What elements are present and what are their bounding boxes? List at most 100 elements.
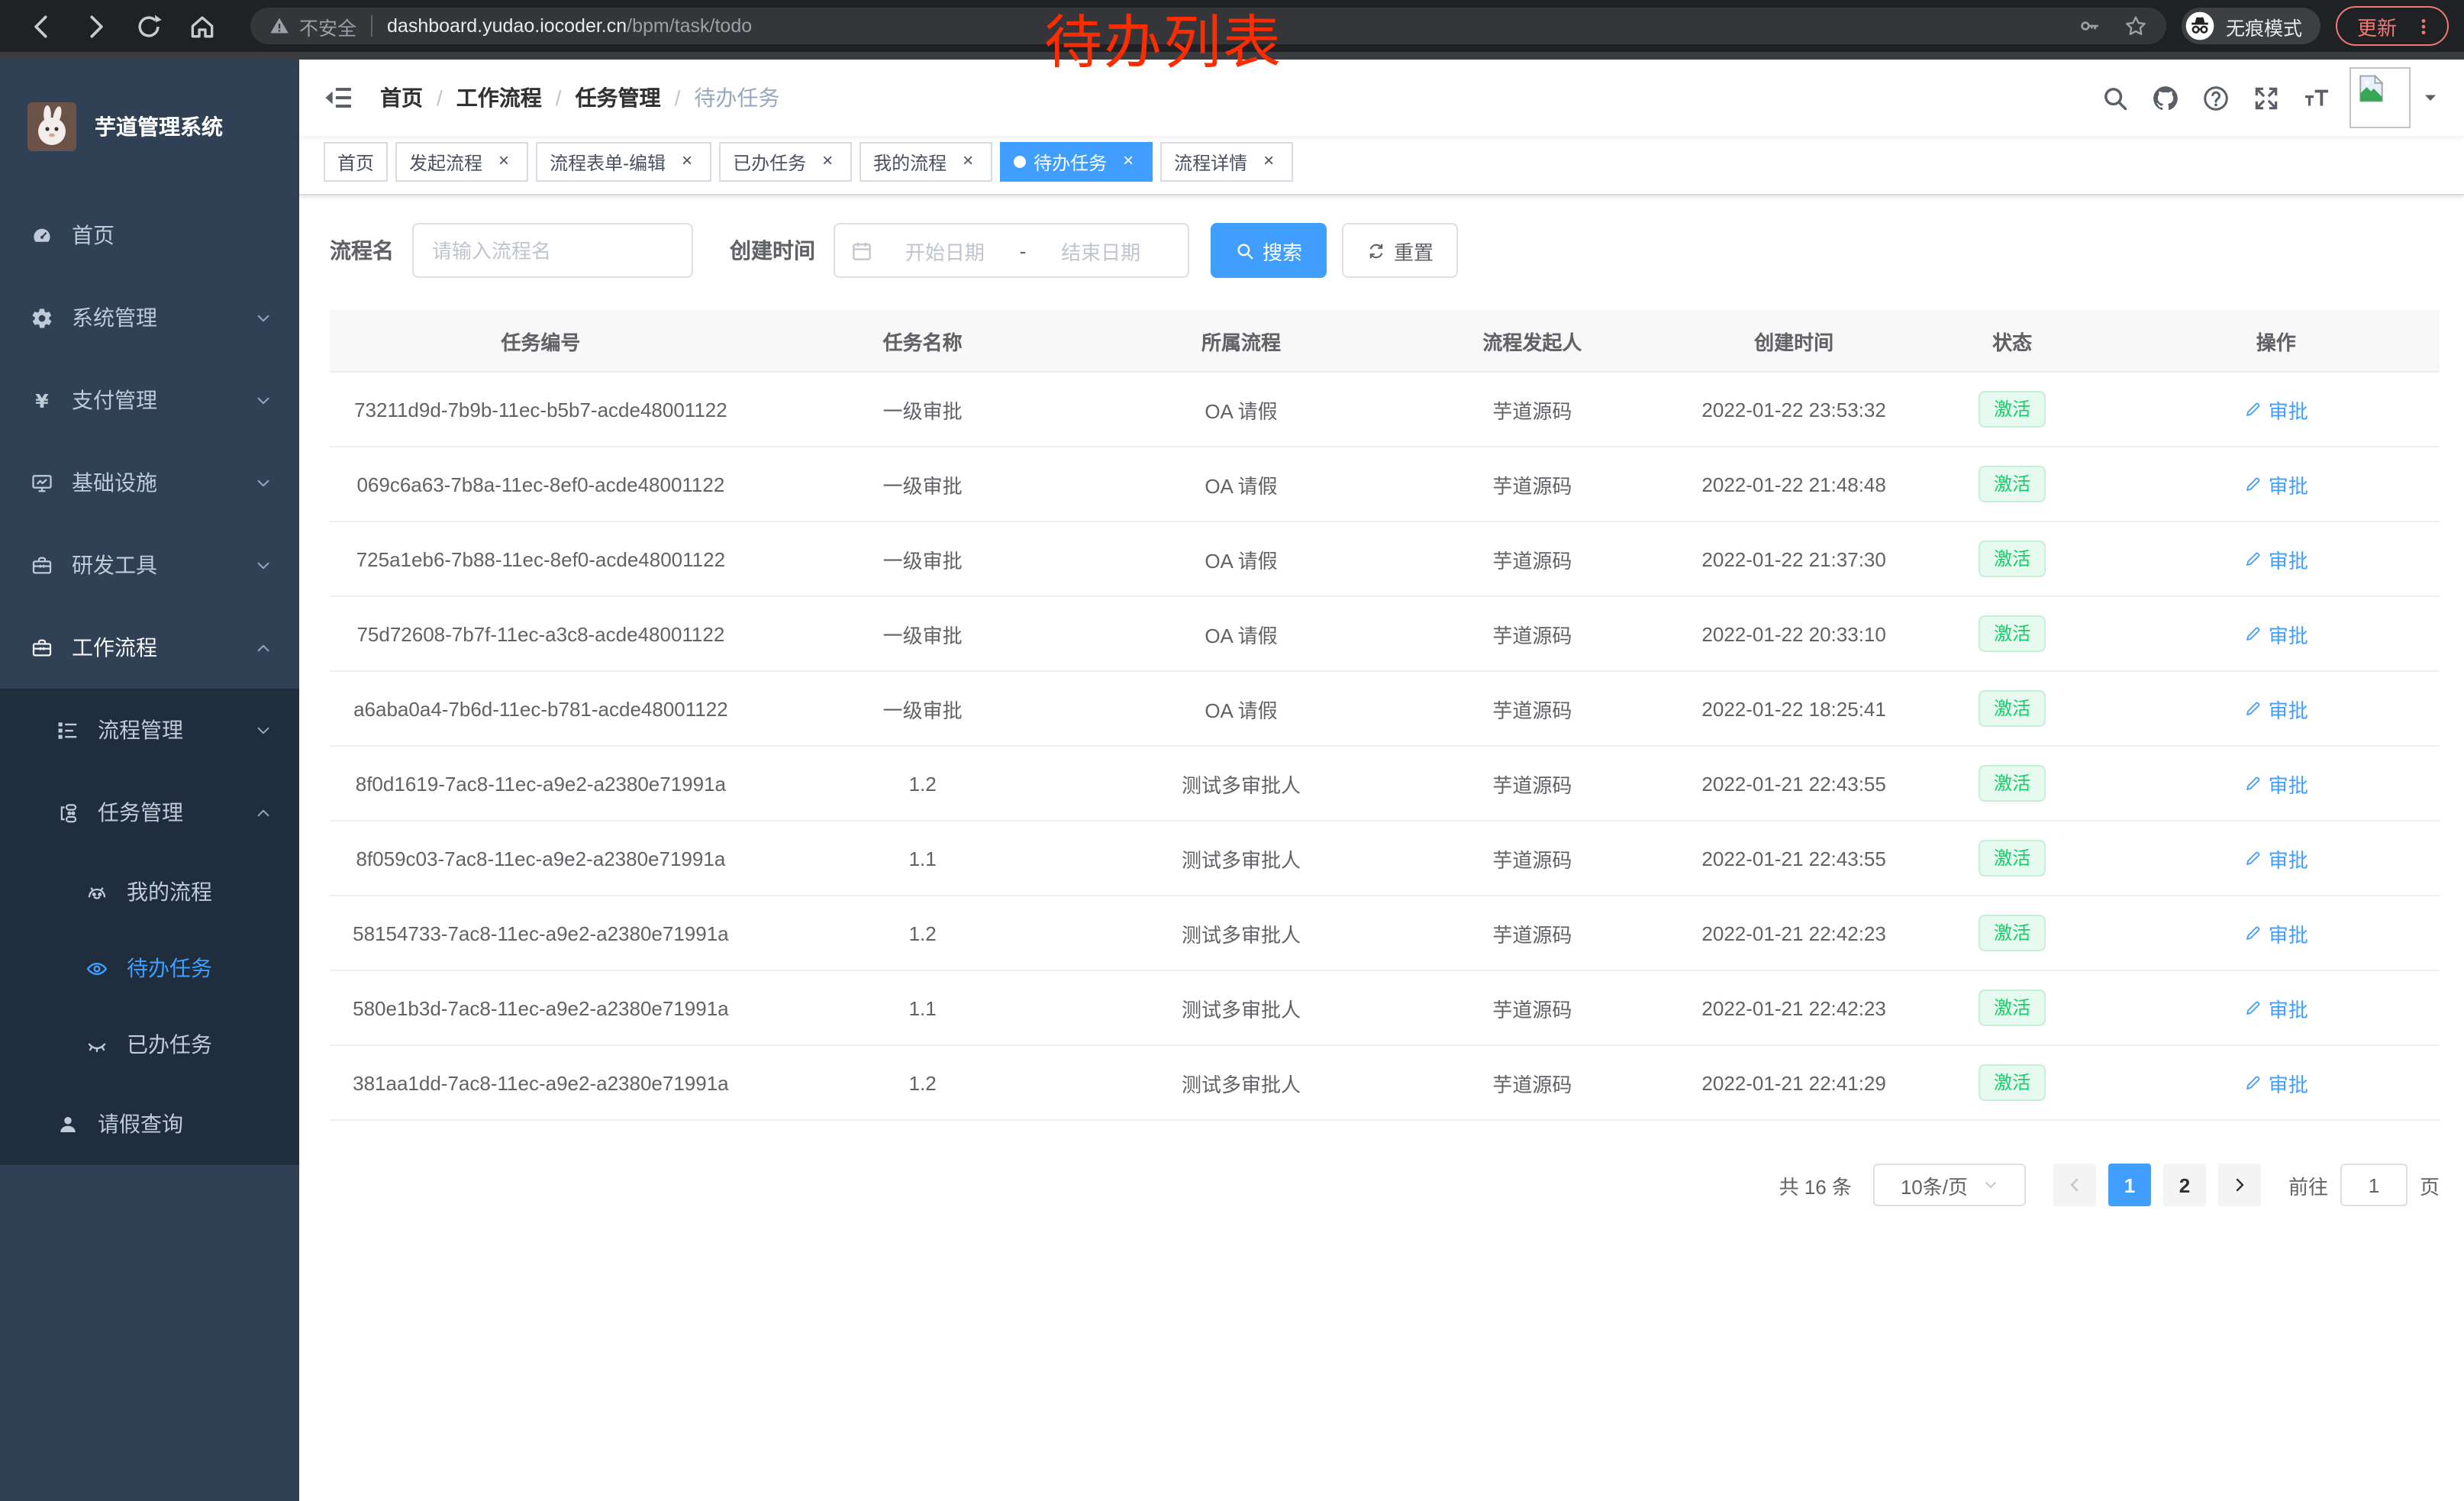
search-button[interactable]: 搜索 [1211,223,1327,278]
url-path[interactable]: /bpm/task/todo [627,15,752,37]
cell-task-id: 8f0d1619-7ac8-11ec-a9e2-a2380e71991a [330,746,752,821]
sidebar-item-home[interactable]: 首页 [0,194,299,276]
tab-close-icon[interactable] [817,151,838,173]
browser-forward-icon[interactable] [81,11,110,40]
approve-button[interactable]: 审批 [2244,844,2308,873]
approve-button[interactable]: 审批 [2244,918,2308,947]
approve-button[interactable]: 审批 [2244,470,2308,499]
cell-starter: 芋道源码 [1388,1045,1675,1120]
cell-process: 测试多审批人 [1094,746,1389,821]
url-host[interactable]: dashboard.yudao.iocoder.cn [387,15,627,37]
tab-close-icon[interactable] [1118,151,1139,173]
chevron-down-icon [1983,1177,1998,1193]
browser-update-button[interactable]: 更新 [2336,6,2449,46]
date-range-picker[interactable]: 开始日期 - 结束日期 [834,223,1189,278]
table-row: 725a1eb6-7b88-11ec-8ef0-acde48001122 一级审… [330,521,2440,596]
breadcrumb-task-management[interactable]: 任务管理 [576,82,661,113]
monitor-icon [31,471,53,494]
tab[interactable]: 流程详情 [1160,142,1293,182]
update-label[interactable]: 更新 [2357,11,2397,40]
prev-page-button[interactable] [2053,1164,2096,1206]
end-date-placeholder[interactable]: 结束日期 [1029,236,1172,265]
page-button-2[interactable]: 2 [2163,1164,2206,1206]
cell-task-id: 069c6a63-7b8a-11ec-8ef0-acde48001122 [330,447,752,521]
approve-button-label: 审批 [2269,395,2308,424]
bookmark-star-icon[interactable] [2124,14,2148,38]
cell-task-id: 8f059c03-7ac8-11ec-a9e2-a2380e71991a [330,821,752,896]
sidebar-item-system[interactable]: 系统管理 [0,276,299,359]
cell-process: OA 请假 [1094,447,1389,521]
key-icon[interactable] [2078,14,2102,38]
calendar-icon [850,239,873,262]
browser-reload-icon[interactable] [134,11,163,40]
sidebar-item-process-management[interactable]: 流程管理 [0,689,299,771]
tab-label: 待办任务 [1034,149,1107,175]
approve-button[interactable]: 审批 [2244,769,2308,798]
cell-created: 2022-01-22 21:37:30 [1675,521,1912,596]
cell-task-id: 58154733-7ac8-11ec-a9e2-a2380e71991a [330,896,752,970]
browser-menu-kebab-icon[interactable] [2414,16,2433,36]
sidebar-item-done-tasks[interactable]: 已办任务 [0,1006,299,1083]
font-size-icon[interactable] [2302,83,2331,112]
tab-close-icon[interactable] [493,151,514,173]
breadcrumb-workflow[interactable]: 工作流程 [456,82,542,113]
sidebar-item-my-process[interactable]: 我的流程 [0,854,299,930]
tab[interactable]: 首页 [324,142,388,182]
browser-home-icon[interactable] [188,11,217,40]
sidebar-item-infrastructure[interactable]: 基础设施 [0,441,299,524]
cell-starter: 芋道源码 [1388,746,1675,821]
cell-created: 2022-01-22 23:53:32 [1675,372,1912,447]
sidebar-item-task-management[interactable]: 任务管理 [0,771,299,854]
page-button-1[interactable]: 1 [2108,1164,2151,1206]
tab-close-icon[interactable] [957,151,979,173]
breadcrumb-separator: / [556,86,562,110]
help-icon[interactable] [2201,83,2230,112]
page-size-value: 10条/页 [1901,1170,1968,1199]
browser-back-icon[interactable] [27,11,56,40]
sidebar-item-workflow[interactable]: 工作流程 [0,606,299,689]
search-icon[interactable] [2101,83,2130,112]
column-header-task-id: 任务编号 [330,310,752,372]
avatar-caret-down-icon[interactable] [2421,89,2440,107]
approve-button[interactable]: 审批 [2244,395,2308,424]
tab[interactable]: 发起流程 [395,142,528,182]
column-header-task-name: 任务名称 [752,310,1094,372]
page-size-select[interactable]: 10条/页 [1873,1164,2026,1206]
approve-button[interactable]: 审批 [2244,619,2308,648]
goto-page-input[interactable] [2340,1164,2408,1206]
tab[interactable]: 流程表单-编辑 [536,142,711,182]
sidebar-item-dev-tools[interactable]: 研发工具 [0,524,299,606]
process-name-input[interactable] [412,223,693,278]
start-date-placeholder[interactable]: 开始日期 [873,236,1017,265]
cell-created: 2022-01-21 22:43:55 [1675,746,1912,821]
sidebar-item-todo-tasks[interactable]: 待办任务 [0,930,299,1006]
screen: 不安全 dashboard.yudao.iocoder.cn/bpm/task/… [0,0,2464,1501]
next-page-button[interactable] [2218,1164,2261,1206]
fullscreen-icon[interactable] [2252,83,2281,112]
refresh-icon [1366,240,1386,260]
sidebar-logo[interactable]: 芋道管理系统 [0,60,299,194]
approve-button[interactable]: 审批 [2244,694,2308,723]
breadcrumb-current: 待办任务 [694,82,779,113]
reset-button[interactable]: 重置 [1342,223,1458,278]
list-icon [56,718,79,741]
cell-task-id: 73211d9d-7b9b-11ec-b5b7-acde48001122 [330,372,752,447]
approve-button[interactable]: 审批 [2244,1068,2308,1097]
tab[interactable]: 已办任务 [719,142,852,182]
avatar[interactable] [2350,67,2411,128]
sidebar-item-leave-query[interactable]: 请假查询 [0,1083,299,1165]
approve-button[interactable]: 审批 [2244,993,2308,1022]
sidebar-item-payment[interactable]: 支付管理 [0,359,299,441]
approve-button[interactable]: 审批 [2244,544,2308,573]
tab[interactable]: 待办任务 [1000,142,1153,182]
security-label[interactable]: 不安全 [299,11,356,40]
sidebar-fold-icon[interactable] [324,82,354,113]
pencil-icon [2244,849,2262,867]
sidebar-item-label: 基础设施 [72,467,157,498]
tab-close-icon[interactable] [676,151,698,173]
github-icon[interactable] [2151,83,2180,112]
tab-close-icon[interactable] [1258,151,1279,173]
breadcrumb-home[interactable]: 首页 [380,82,423,113]
tab[interactable]: 我的流程 [859,142,992,182]
pencil-icon [2244,1073,2262,1092]
